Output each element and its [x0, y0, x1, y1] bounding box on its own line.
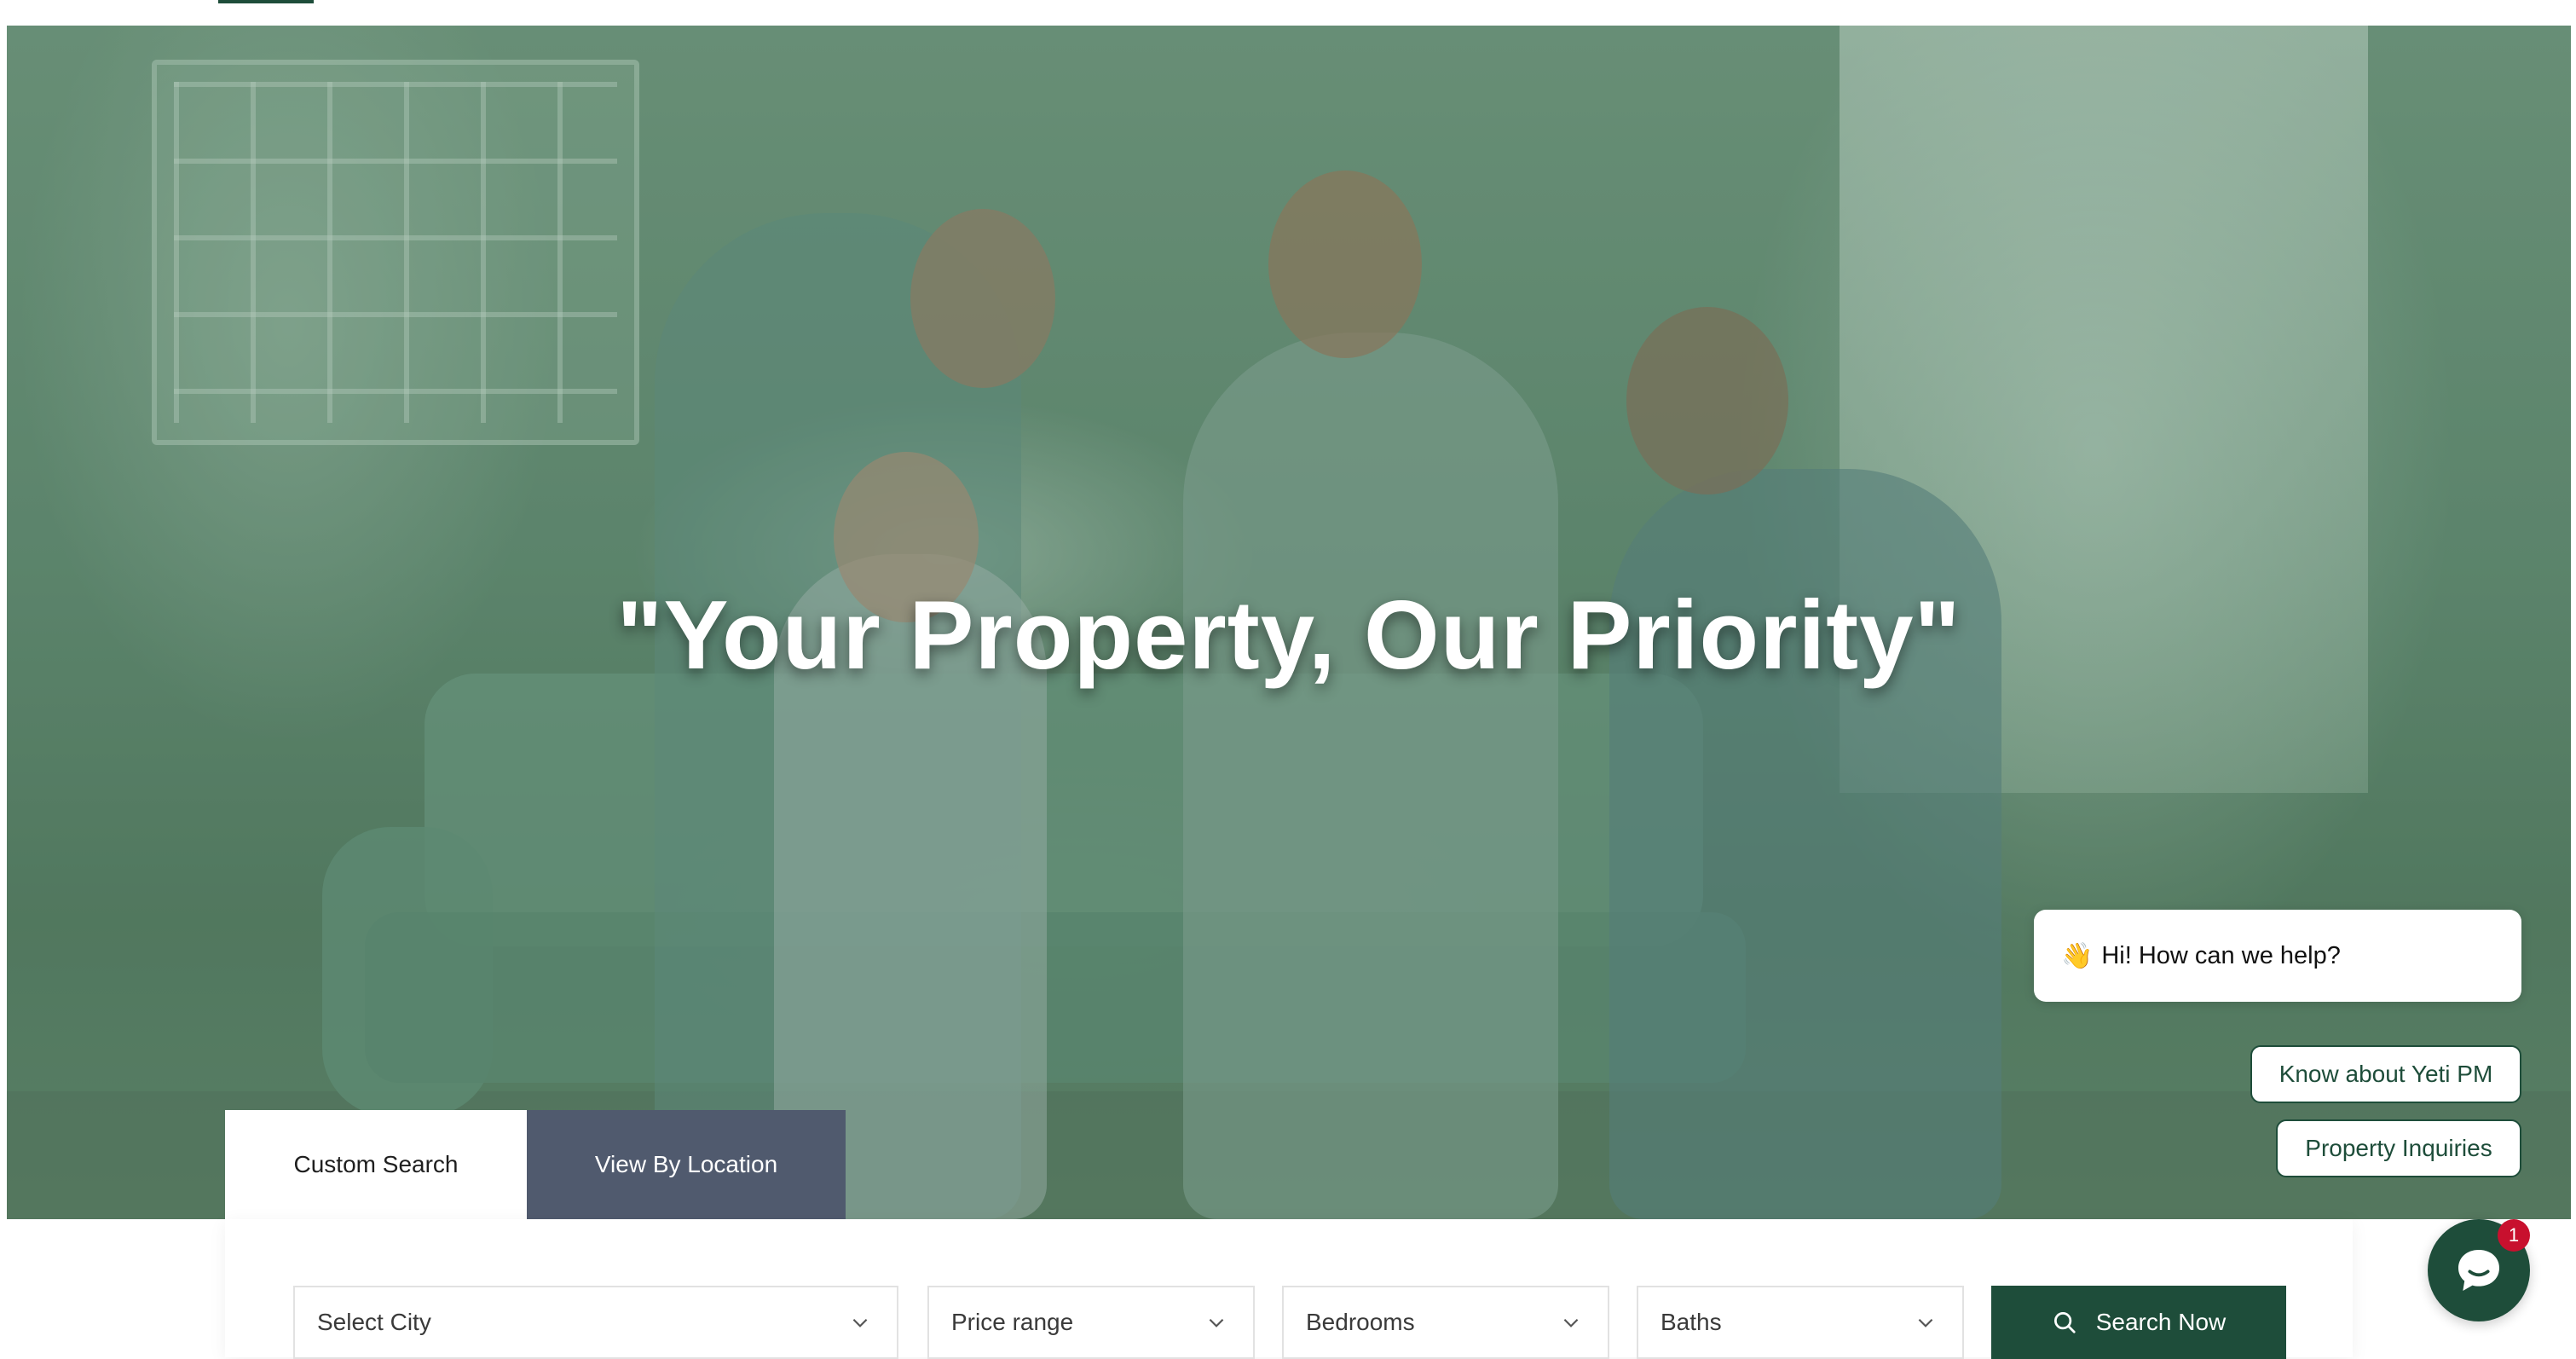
tab-view-by-location[interactable]: View By Location: [527, 1110, 846, 1219]
search-panel: Select City Price range Bedrooms Baths S…: [225, 1219, 2353, 1359]
hero-banner: "Your Property, Our Priority": [7, 26, 2571, 1219]
chat-greeting-text: Hi! How can we help?: [2101, 941, 2341, 969]
unread-badge: 1: [2498, 1219, 2530, 1252]
chevron-down-icon: [1918, 1318, 1933, 1327]
top-navigation-bar: [0, 0, 2576, 26]
price-range-label: Price range: [951, 1309, 1074, 1335]
price-range-select[interactable]: Price range: [927, 1286, 1255, 1359]
waving-hand-icon: 👋: [2061, 941, 2094, 970]
chevron-down-icon: [852, 1318, 868, 1327]
city-select-label: Select City: [317, 1309, 431, 1335]
chat-option-property-inquiries[interactable]: Property Inquiries: [2276, 1119, 2521, 1177]
chat-bubble-icon: [2458, 1250, 2499, 1291]
chat-option-know-about[interactable]: Know about Yeti PM: [2250, 1045, 2521, 1103]
baths-select[interactable]: Baths: [1637, 1286, 1964, 1359]
search-now-button[interactable]: Search Now: [1991, 1286, 2286, 1359]
tab-custom-search[interactable]: Custom Search: [225, 1110, 527, 1219]
bedrooms-select[interactable]: Bedrooms: [1282, 1286, 1609, 1359]
active-nav-indicator: [218, 0, 314, 3]
bedrooms-label: Bedrooms: [1306, 1309, 1415, 1335]
search-now-label: Search Now: [2095, 1309, 2227, 1335]
search-icon: [2053, 1312, 2076, 1333]
hero-headline: "Your Property, Our Priority": [616, 581, 1961, 690]
chat-greeting-bubble: 👋 Hi! How can we help?: [2034, 910, 2521, 1002]
search-tabs: Custom Search View By Location: [225, 1110, 846, 1219]
chevron-down-icon: [1563, 1318, 1579, 1327]
chevron-down-icon: [1209, 1318, 1224, 1327]
baths-label: Baths: [1661, 1309, 1722, 1335]
city-select[interactable]: Select City: [293, 1286, 898, 1359]
